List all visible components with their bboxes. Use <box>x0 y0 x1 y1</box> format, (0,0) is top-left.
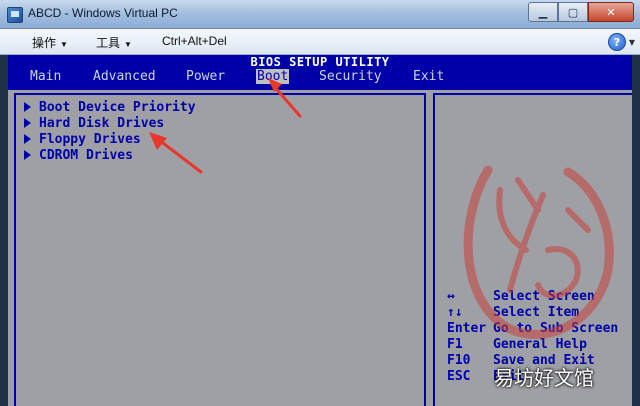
close-icon: ✕ <box>606 5 616 19</box>
minimize-icon: ▁ <box>538 5 548 19</box>
maximize-icon: ▢ <box>567 5 579 19</box>
triangle-right-icon <box>24 133 31 144</box>
watermark-text: 易坊好文馆 <box>494 366 594 390</box>
bios-help-pane: ↔ Select Screen ↑↓ Select Item Enter Go to … <box>433 93 632 406</box>
window-titlebar[interactable]: ABCD - Windows Virtual PC ▁ ▢ ✕ <box>0 0 640 29</box>
bios-item-label: CDROM Drives <box>39 148 133 163</box>
help-key: F10 <box>447 353 471 368</box>
menu-ctrl-alt-del[interactable]: Ctrl+Alt+Del <box>162 34 227 48</box>
menu-action[interactable]: 操作 ▼ <box>32 34 68 51</box>
bios-item-floppy-drives[interactable]: Floppy Drives <box>24 132 141 147</box>
help-key: ↑↓ <box>447 305 463 320</box>
help-row-select-screen: ↔ Select Screen <box>447 289 595 304</box>
bios-item-label: Boot Device Priority <box>39 100 196 115</box>
triangle-right-icon <box>24 117 31 128</box>
help-key: ↔ <box>447 289 455 304</box>
bios-item-hard-disk-drives[interactable]: Hard Disk Drives <box>24 116 164 131</box>
tab-power[interactable]: Power <box>186 69 225 84</box>
help-action: Select Screen <box>493 289 595 304</box>
bios-item-cdrom-drives[interactable]: CDROM Drives <box>24 148 133 163</box>
annotation-arrow-icon <box>149 132 203 174</box>
minimize-button[interactable]: ▁ <box>528 2 558 22</box>
help-row-go-to-sub-screen: Enter Go to Sub Screen <box>447 321 618 336</box>
bios-screen[interactable]: BIOS SETUP UTILITY Main Advanced Power B… <box>8 55 632 406</box>
chevron-down-icon: ▼ <box>124 40 132 49</box>
window-title: ABCD - Windows Virtual PC <box>28 6 178 20</box>
bios-item-label: Floppy Drives <box>39 132 141 147</box>
annotation-arrow-icon <box>268 78 302 118</box>
tab-exit[interactable]: Exit <box>413 69 444 84</box>
virtual-pc-app-icon <box>7 7 23 23</box>
triangle-right-icon <box>24 101 31 112</box>
help-action: General Help <box>493 337 587 352</box>
menu-ctrl-alt-del-label: Ctrl+Alt+Del <box>162 34 227 48</box>
help-action: Select Item <box>493 305 580 320</box>
help-key: ESC <box>447 369 471 384</box>
bios-item-boot-device-priority[interactable]: Boot Device Priority <box>24 100 196 115</box>
help-row-select-item: ↑↓ Select Item <box>447 305 579 320</box>
window-controls: ▁ ▢ ✕ <box>528 2 634 22</box>
help-row-general-help: F1 General Help <box>447 337 587 352</box>
help-key: Enter <box>447 321 487 336</box>
help-action: Go to Sub Screen <box>493 321 619 336</box>
menu-action-label: 操作 <box>32 36 57 50</box>
chevron-down-icon: ▼ <box>60 40 68 49</box>
help-chevron-down-icon[interactable]: ▼ <box>629 38 635 47</box>
bios-header: BIOS SETUP UTILITY Main Advanced Power B… <box>8 55 632 90</box>
tab-main[interactable]: Main <box>30 69 61 84</box>
close-button[interactable]: ✕ <box>588 2 634 22</box>
bios-title: BIOS SETUP UTILITY <box>250 55 390 69</box>
maximize-button[interactable]: ▢ <box>558 2 588 22</box>
help-icon[interactable]: ? <box>608 33 626 51</box>
help-key: F1 <box>447 337 463 352</box>
triangle-right-icon <box>24 149 31 160</box>
bios-menu-pane: Boot Device Priority Hard Disk Drives Fl… <box>14 93 426 406</box>
tab-advanced[interactable]: Advanced <box>93 69 156 84</box>
menu-bar: 操作 ▼ 工具 ▼ Ctrl+Alt+Del ? ▼ <box>0 29 640 55</box>
menu-tools[interactable]: 工具 ▼ <box>96 34 132 51</box>
menu-tools-label: 工具 <box>96 36 121 50</box>
tab-security[interactable]: Security <box>319 69 382 84</box>
